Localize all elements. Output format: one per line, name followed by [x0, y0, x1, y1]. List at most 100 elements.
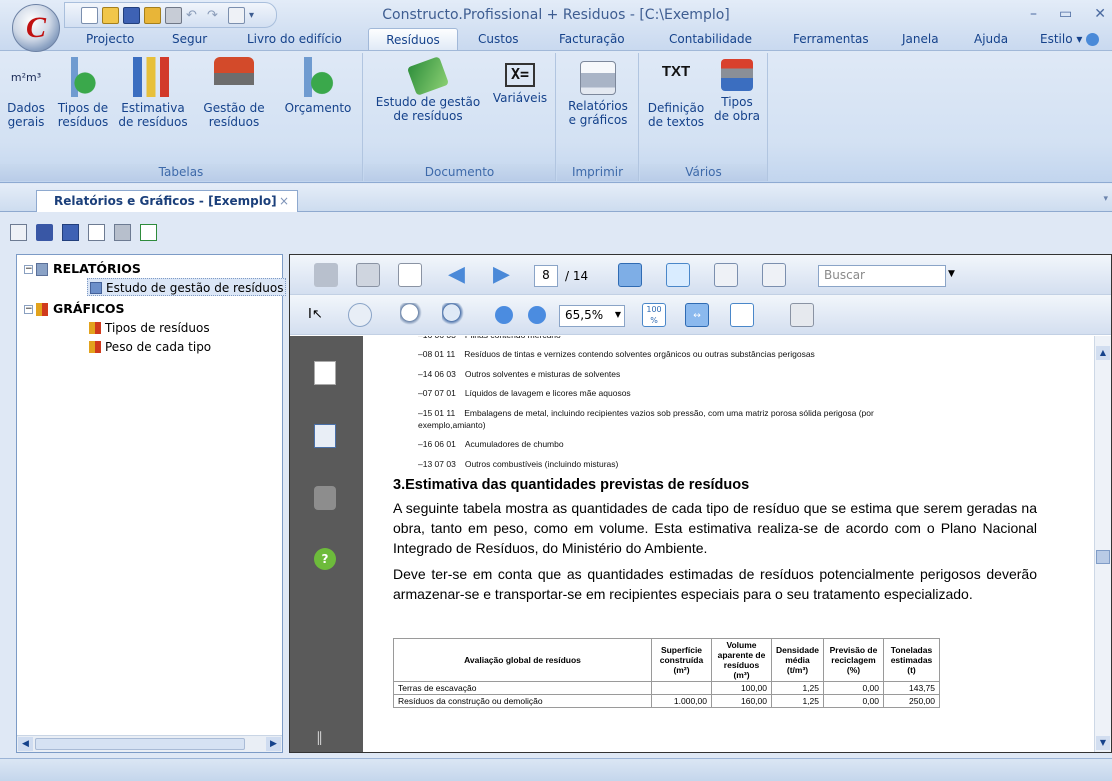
close-button[interactable]: ✕: [1094, 6, 1106, 22]
tree-node-relatorios[interactable]: RELATÓRIOS: [36, 260, 141, 278]
actual-size-icon[interactable]: 100 %: [642, 303, 666, 327]
help-icon[interactable]: [1086, 33, 1100, 46]
zoom-level-select[interactable]: 65,5% ▼: [559, 305, 625, 327]
zoom-icon[interactable]: [442, 303, 466, 327]
dados-gerais-button[interactable]: m²m³ Dados gerais: [2, 53, 50, 129]
minimize-button[interactable]: –: [1030, 6, 1037, 22]
group-varios: TXT Definição de textos Tipos de obra Vári…: [640, 53, 768, 181]
fit-page-icon[interactable]: [666, 263, 690, 287]
search-input[interactable]: Buscar: [818, 265, 946, 287]
tab-custos[interactable]: Custos: [472, 28, 525, 50]
table-header: Toneladas estimadas (t): [883, 638, 940, 682]
tab-ajuda[interactable]: Ajuda: [968, 28, 1014, 50]
tree-item-tipos-de-residuos[interactable]: Tipos de resíduos: [87, 319, 210, 337]
app-logo: C: [25, 11, 46, 44]
properties-icon[interactable]: [10, 223, 27, 241]
export-icon[interactable]: [714, 263, 738, 287]
group-documento: Estudo de gestão de resíduos X= Variáveis…: [364, 53, 556, 181]
tipos-de-residuos-button[interactable]: Tipos de resíduos: [52, 53, 114, 129]
tab-facturacao[interactable]: Facturação: [553, 28, 631, 50]
estimativa-de-residuos-button[interactable]: Estimativa de resíduos: [114, 53, 192, 129]
tab-estilo[interactable]: Estilo ▾: [1034, 28, 1105, 50]
table-header: Avaliação global de resíduos: [393, 638, 652, 682]
printer-icon: [580, 61, 616, 95]
maximize-button[interactable]: ▭: [1059, 6, 1072, 22]
hand-tool-icon[interactable]: [348, 303, 372, 327]
document-vertical-scrollbar[interactable]: ▲ ▼: [1094, 336, 1111, 752]
tipos-de-obra-button[interactable]: Tipos de obra: [710, 53, 764, 123]
ribbon-tabs: Projecto Segur Livro do edifício Resíduo…: [0, 28, 1112, 51]
tree-node-graficos[interactable]: GRÁFICOS: [36, 300, 125, 318]
scroll-thumb[interactable]: [35, 738, 245, 750]
tab-contabilidade[interactable]: Contabilidade: [663, 28, 758, 50]
paragraph-2: Deve ter-se em conta que as quantidades …: [393, 566, 1037, 602]
close-tab-icon[interactable]: ×: [279, 194, 289, 208]
zoom-out-icon[interactable]: [495, 306, 513, 324]
estudo-de-gestao-button[interactable]: Estudo de gestão de resíduos: [370, 53, 486, 123]
print-icon[interactable]: [114, 223, 131, 241]
viewer-toolbar-1: ◀ ▶ 8 / 14 Buscar ▼: [290, 255, 1111, 295]
save-icon[interactable]: [356, 263, 380, 287]
bookmarks-icon[interactable]: [314, 424, 336, 448]
scroll-thumb[interactable]: [1096, 550, 1110, 564]
scroll-up-button[interactable]: ▲: [1096, 346, 1110, 360]
scroll-left-button[interactable]: ◀: [18, 737, 33, 751]
variaveis-button[interactable]: X= Variáveis: [488, 53, 552, 105]
group-tabelas: m²m³ Dados gerais Tipos de resíduos Estima…: [0, 53, 363, 181]
scroll-right-button[interactable]: ▶: [266, 737, 281, 751]
book-recycle-icon: [406, 56, 450, 96]
single-page-icon[interactable]: [618, 263, 642, 287]
tree-item-estudo-de-gestao[interactable]: Estudo de gestão de resíduos: [87, 278, 287, 296]
budget-recycle-icon: [298, 57, 338, 97]
print-preview-icon[interactable]: [88, 223, 105, 241]
tab-projecto[interactable]: Projecto: [80, 28, 140, 50]
definicao-de-textos-button[interactable]: TXT Definição de textos: [644, 53, 708, 129]
fit-width-icon[interactable]: ↔: [685, 303, 709, 327]
tab-list-dropdown-icon[interactable]: ▾: [1103, 194, 1108, 204]
fit-whole-page-icon[interactable]: [730, 303, 754, 327]
book-icon[interactable]: [36, 223, 53, 241]
viewer-toolbar-2: I↖ 65,5% ▼ 100 % ↔: [290, 295, 1111, 335]
print-icon[interactable]: [314, 263, 338, 287]
table-header: Superfície construída (m²): [651, 638, 712, 682]
application-menu-button[interactable]: C: [12, 4, 60, 52]
tab-janela[interactable]: Janela: [896, 28, 945, 50]
pages-icon[interactable]: [314, 361, 336, 385]
tab-segur[interactable]: Segur: [166, 28, 213, 50]
collapse-graficos-icon[interactable]: −: [24, 305, 33, 314]
orcamento-button[interactable]: Orçamento: [276, 53, 360, 115]
thumbnails-icon[interactable]: [398, 263, 422, 287]
attachment-icon[interactable]: ∥: [316, 730, 323, 746]
next-page-icon[interactable]: ▶: [493, 263, 517, 287]
collapse-reports-icon[interactable]: −: [24, 265, 33, 274]
zoom-area-icon[interactable]: [400, 303, 424, 327]
tab-ferramentas[interactable]: Ferramentas: [787, 28, 875, 50]
zoom-in-icon[interactable]: [528, 306, 546, 324]
gestao-de-residuos-button[interactable]: Gestão de resíduos: [194, 53, 274, 129]
group-label-documento: Documento: [364, 164, 555, 181]
group-imprimir: Relatórios e gráficos Imprimir: [557, 53, 639, 181]
help-icon[interactable]: ?: [314, 548, 336, 570]
table-header: Previsão de reciclagem (%): [823, 638, 884, 682]
search-dropdown-icon[interactable]: ▼: [948, 269, 955, 279]
select-text-icon[interactable]: I↖: [308, 303, 332, 327]
relatorios-e-graficos-button[interactable]: Relatórios e gráficos: [561, 53, 635, 127]
waste-code-line: exemplo,amianto): [418, 420, 486, 430]
document-tab[interactable]: Relatórios e Gráficos - [Exemplo] ×: [36, 190, 298, 212]
find-icon[interactable]: [314, 486, 336, 510]
page-number-input[interactable]: 8: [534, 265, 558, 287]
scroll-down-button[interactable]: ▼: [1096, 736, 1110, 750]
save-icon[interactable]: [62, 223, 79, 241]
recycle-bins-icon: [63, 57, 103, 97]
export-all-icon[interactable]: [762, 263, 786, 287]
tab-residuos[interactable]: Resíduos: [368, 28, 458, 51]
tree-item-peso-de-cada-tipo[interactable]: Peso de cada tipo: [87, 338, 211, 356]
previous-page-icon[interactable]: ◀: [448, 263, 472, 287]
tab-livro-do-edificio[interactable]: Livro do edifício: [241, 28, 348, 50]
area-volume-icon: m²m³: [10, 71, 42, 84]
document-viewer: ◀ ▶ 8 / 14 Buscar ▼ I↖ 65,5% ▼ 100 % ↔ ? …: [289, 254, 1112, 753]
snapshot-icon[interactable]: [790, 303, 814, 327]
table-row: Resíduos da construção ou demolição 1.000…: [393, 694, 940, 708]
refresh-document-icon[interactable]: [140, 223, 157, 241]
tree-horizontal-scrollbar[interactable]: ◀ ▶: [17, 735, 282, 752]
